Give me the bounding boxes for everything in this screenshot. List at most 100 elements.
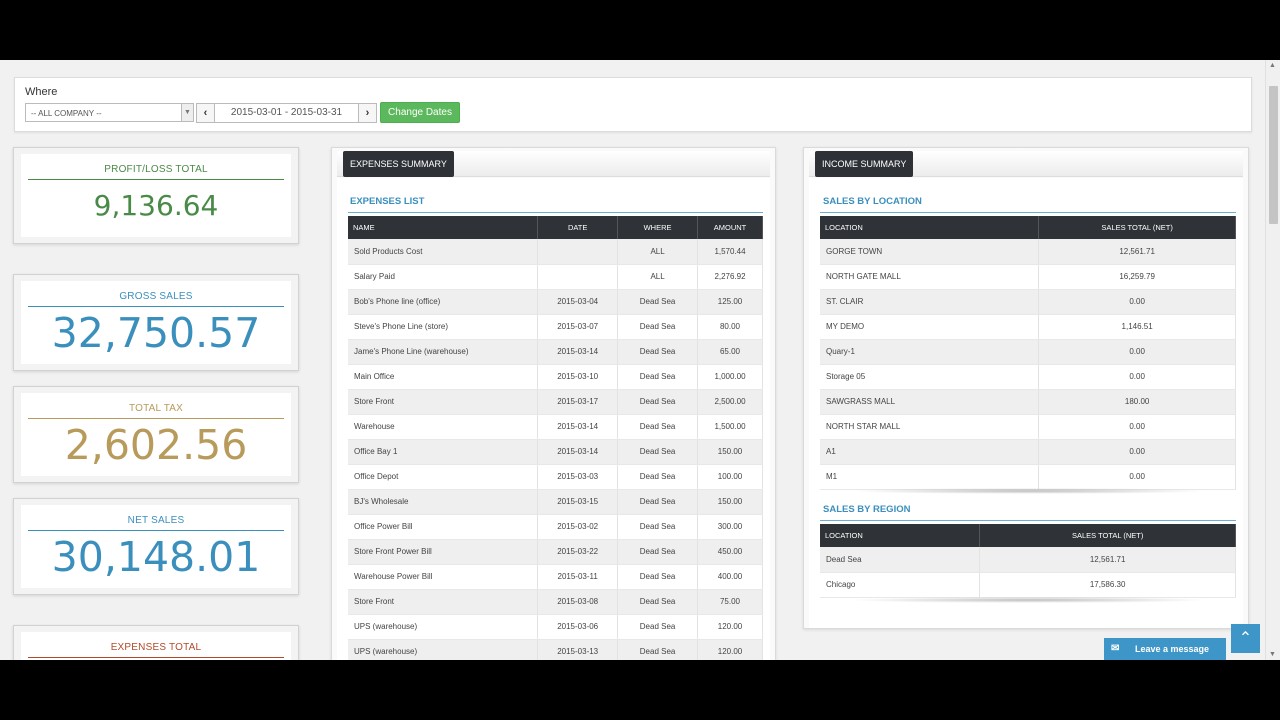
stat-divider xyxy=(28,418,284,419)
section-divider xyxy=(348,212,763,213)
expense-row: Steve's Phone Line (store) 2015-03-07 Dead… xyxy=(348,314,763,340)
select-arrow-icon[interactable]: ▼ xyxy=(181,104,193,121)
expense-row: UPS (warehouse) 2015-03-13 Dead Sea 120.00 xyxy=(348,639,763,660)
table-cell: Dead Sea xyxy=(617,364,699,390)
table-cell: NORTH STAR MALL xyxy=(820,414,1040,440)
scroll-down-arrow-icon[interactable]: ▼ xyxy=(1269,651,1276,658)
expenses-panel-header: EXPENSES SUMMARY xyxy=(337,151,770,177)
app-screen: Where -- ALL COMPANY -- ▼ ‹ 2015-03-01 -… xyxy=(0,60,1280,660)
table-cell: Dead Sea xyxy=(617,489,699,515)
table-cell: Dead Sea xyxy=(617,589,699,615)
table-shadow xyxy=(849,488,1209,494)
location-row: A1 0.00 xyxy=(820,439,1236,465)
sales-by-region-title: SALES BY REGION xyxy=(823,504,911,515)
table-cell: Main Office xyxy=(348,364,539,390)
company-select[interactable]: -- ALL COMPANY -- ▼ xyxy=(25,103,194,122)
change-dates-button[interactable]: Change Dates xyxy=(380,102,460,123)
column-header-where[interactable]: WHERE xyxy=(617,216,699,239)
tab-expenses-summary[interactable]: EXPENSES SUMMARY xyxy=(343,151,454,177)
mail-icon: ✉ xyxy=(1111,643,1120,654)
table-cell: 0.00 xyxy=(1038,289,1236,315)
column-header-date[interactable]: DATE xyxy=(537,216,619,239)
vertical-scrollbar[interactable]: ▲ ▼ xyxy=(1265,60,1280,660)
expense-row: Jame's Phone Line (warehouse) 2015-03-14 D… xyxy=(348,339,763,365)
stat-label: EXPENSES TOTAL xyxy=(110,642,202,653)
table-cell: ST. CLAIR xyxy=(820,289,1040,315)
table-cell: Dead Sea xyxy=(617,614,699,640)
sales-by-location-title: SALES BY LOCATION xyxy=(823,196,922,207)
expense-row: UPS (warehouse) 2015-03-06 Dead Sea 120.00 xyxy=(348,614,763,640)
location-row: MY DEMO 1,146.51 xyxy=(820,314,1236,340)
column-header-amount[interactable]: AMOUNT xyxy=(697,216,763,239)
table-cell xyxy=(537,239,619,265)
table-cell: NORTH GATE MALL xyxy=(820,264,1040,290)
table-cell: GORGE TOWN xyxy=(820,239,1040,265)
location-row: NORTH STAR MALL 0.00 xyxy=(820,414,1236,440)
table-cell: Dead Sea xyxy=(820,547,981,573)
leave-message-label: Leave a message xyxy=(1135,644,1210,654)
table-cell: 75.00 xyxy=(697,589,763,615)
table-cell: Office Bay 1 xyxy=(348,439,539,465)
table-cell: UPS (warehouse) xyxy=(348,639,539,660)
table-cell: 65.00 xyxy=(697,339,763,365)
tab-income-summary[interactable]: INCOME SUMMARY xyxy=(815,151,914,177)
stat-divider xyxy=(28,530,284,531)
table-cell: 2015-03-15 xyxy=(537,489,619,515)
table-cell: 0.00 xyxy=(1038,439,1236,465)
chevron-left-icon: ‹ xyxy=(203,107,208,119)
table-cell: 150.00 xyxy=(697,489,763,515)
column-header-location[interactable]: LOCATION xyxy=(820,216,1040,239)
chevron-up-icon: ⌃ xyxy=(1238,630,1253,647)
region-row: Dead Sea 12,561.71 xyxy=(820,547,1236,573)
scrollbar-thumb[interactable] xyxy=(1269,86,1278,224)
sales-by-region-table: LOCATION SALES TOTAL (NET) Dead Sea 12,56… xyxy=(820,524,1236,598)
table-cell: Dead Sea xyxy=(617,514,699,540)
location-row: SAWGRASS MALL 180.00 xyxy=(820,389,1236,415)
table-cell: 150.00 xyxy=(697,439,763,465)
stat-value: 9,136.64 xyxy=(93,189,219,222)
location-row: NORTH GATE MALL 16,259.79 xyxy=(820,264,1236,290)
table-cell: Dead Sea xyxy=(617,289,699,315)
company-select-value: -- ALL COMPANY -- xyxy=(31,109,102,118)
table-cell: 2,500.00 xyxy=(697,389,763,415)
location-row: Quary-1 0.00 xyxy=(820,339,1236,365)
expenses-list-title: EXPENSES LIST xyxy=(350,196,425,207)
column-header-name[interactable]: NAME xyxy=(348,216,539,239)
table-cell: 80.00 xyxy=(697,314,763,340)
leave-message-button[interactable]: ✉ Leave a message xyxy=(1104,638,1226,660)
column-header-sales-total[interactable]: SALES TOTAL (NET) xyxy=(979,524,1236,547)
expense-row: Sold Products Cost ALL 1,570.44 xyxy=(348,239,763,265)
section-divider xyxy=(820,212,1236,213)
net-sales-card: NET SALES 30,148.01 xyxy=(13,498,299,595)
stat-value: 30,148.01 xyxy=(51,533,261,581)
expense-row: Office Depot 2015-03-03 Dead Sea 100.00 xyxy=(348,464,763,490)
stat-label: NET SALES xyxy=(127,515,185,526)
table-cell: ALL xyxy=(617,239,699,265)
location-row: M1 0.00 xyxy=(820,464,1236,490)
table-cell: Quary-1 xyxy=(820,339,1040,365)
back-to-top-button[interactable]: ⌃ xyxy=(1231,624,1260,653)
stat-label: PROFIT/LOSS TOTAL xyxy=(104,164,208,175)
expense-row: Warehouse Power Bill 2015-03-11 Dead Sea 40… xyxy=(348,564,763,590)
table-cell: 100.00 xyxy=(697,464,763,490)
column-header-sales-total[interactable]: SALES TOTAL (NET) xyxy=(1038,216,1236,239)
previous-date-button[interactable]: ‹ xyxy=(196,103,215,123)
table-cell: Store Front Power Bill xyxy=(348,539,539,565)
table-cell: 1,500.00 xyxy=(697,414,763,440)
table-cell: 12,561.71 xyxy=(1038,239,1236,265)
table-cell xyxy=(537,264,619,290)
table-cell: Dead Sea xyxy=(617,439,699,465)
filter-bar: Where -- ALL COMPANY -- ▼ ‹ 2015-03-01 -… xyxy=(14,77,1252,132)
next-date-button[interactable]: › xyxy=(358,103,377,123)
expenses-table-body: Sold Products Cost ALL 1,570.44 Salary Paid… xyxy=(348,239,763,660)
table-cell: 1,146.51 xyxy=(1038,314,1236,340)
stat-divider xyxy=(28,179,284,180)
table-cell: 2015-03-14 xyxy=(537,339,619,365)
table-cell: Dead Sea xyxy=(617,639,699,660)
date-range-input[interactable]: 2015-03-01 - 2015-03-31 xyxy=(215,103,358,123)
table-cell: 1,000.00 xyxy=(697,364,763,390)
table-cell: Office Power Bill xyxy=(348,514,539,540)
column-header-location[interactable]: LOCATION xyxy=(820,524,981,547)
expense-row: Store Front Power Bill 2015-03-22 Dead Sea… xyxy=(348,539,763,565)
scroll-up-arrow-icon[interactable]: ▲ xyxy=(1269,62,1276,69)
